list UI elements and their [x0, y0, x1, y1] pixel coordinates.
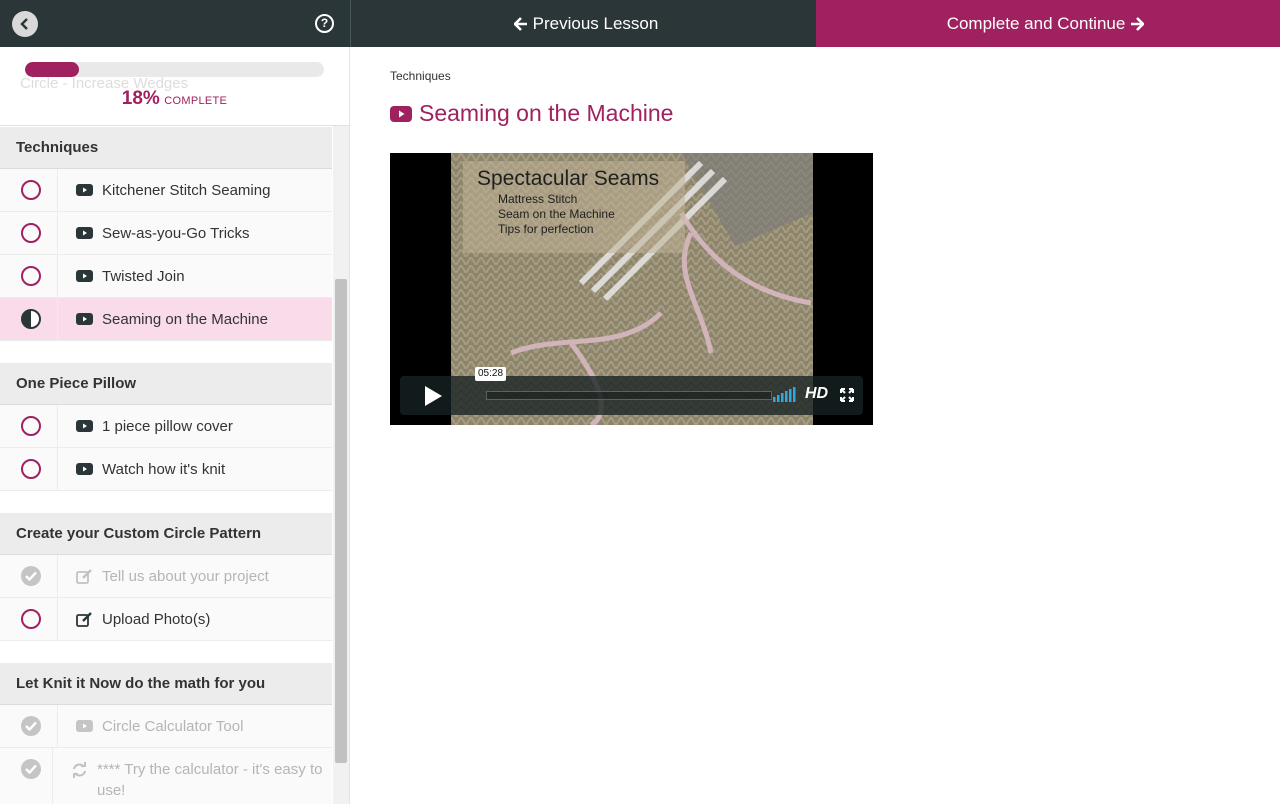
top-bar: ? Previous Lesson Complete and Continue: [0, 0, 1280, 47]
youtube-play-icon: [390, 105, 412, 122]
page-title: Seaming on the Machine: [390, 100, 673, 127]
section-header: Techniques: [0, 127, 332, 169]
section-techniques: Techniques Kitchener Stitch Seaming Sew-…: [0, 127, 332, 341]
incomplete-circle-icon: [21, 180, 41, 200]
lesson-title: Circle Calculator Tool: [102, 717, 244, 735]
video-slide-title: Spectacular Seams: [477, 167, 659, 190]
edit-icon: [76, 611, 92, 627]
complete-continue-label: Complete and Continue: [946, 13, 1126, 33]
in-progress-circle-icon: [21, 309, 41, 329]
lesson-item[interactable]: Upload Photo(s): [0, 598, 332, 641]
progress-bar: [25, 62, 324, 77]
video-slide-line: Mattress Stitch: [498, 192, 577, 206]
arrow-left-icon: [513, 16, 527, 31]
chevron-left-icon: [20, 18, 28, 30]
section-header: Create your Custom Circle Pattern: [0, 513, 332, 555]
complete-continue-button[interactable]: Complete and Continue: [816, 0, 1280, 47]
lesson-title: Watch how it's knit: [102, 460, 226, 478]
progress-bar-fill: [25, 62, 79, 77]
lesson-title: Kitchener Stitch Seaming: [102, 181, 271, 199]
lesson-item-completed[interactable]: Circle Calculator Tool: [0, 705, 332, 748]
sidebar-scrollbar-thumb[interactable]: [335, 279, 347, 763]
video-controls: 05:28 HD: [400, 367, 863, 415]
section-knit-it-now-math: Let Knit it Now do the math for you Circ…: [0, 663, 332, 804]
section-header: Let Knit it Now do the math for you: [0, 663, 332, 705]
arrow-right-icon: [1131, 16, 1145, 31]
breadcrumb: Techniques: [390, 69, 451, 83]
previous-lesson-button[interactable]: Previous Lesson: [350, 0, 816, 47]
youtube-play-icon: [76, 184, 93, 196]
question-icon: ?: [320, 16, 329, 30]
lesson-item-completed[interactable]: Tell us about your project: [0, 555, 332, 598]
lesson-title: Twisted Join: [102, 267, 185, 285]
previous-lesson-label: Previous Lesson: [532, 13, 659, 33]
incomplete-circle-icon: [21, 266, 41, 286]
time-tooltip: 05:28: [475, 367, 507, 381]
lesson-title: 1 piece pillow cover: [102, 417, 233, 435]
progress-percent: 18%: [121, 88, 160, 109]
lesson-item[interactable]: Kitchener Stitch Seaming: [0, 169, 332, 212]
progress-panel: Circle - Increase Wedges 18% COMPLETE: [0, 47, 349, 126]
lesson-item-completed[interactable]: **** Try the calculator - it's easy to u…: [0, 748, 332, 804]
lesson-item[interactable]: Twisted Join: [0, 255, 332, 298]
youtube-play-icon: [76, 463, 93, 475]
section-custom-circle-pattern: Create your Custom Circle Pattern Tell u…: [0, 513, 332, 641]
youtube-play-icon: [76, 313, 93, 325]
youtube-play-icon: [76, 227, 93, 239]
edit-icon: [76, 568, 92, 584]
volume-icon[interactable]: [773, 386, 797, 407]
page-title-text: Seaming on the Machine: [419, 100, 674, 126]
progress-text: 18% COMPLETE: [0, 88, 349, 110]
lesson-title: Sew-as-you-Go Tricks: [102, 224, 250, 242]
incomplete-circle-icon: [21, 223, 41, 243]
check-circle-icon: [21, 759, 41, 779]
incomplete-circle-icon: [21, 609, 41, 629]
back-button[interactable]: [12, 11, 38, 37]
video-timeline[interactable]: [486, 391, 772, 400]
progress-complete-label: COMPLETE: [164, 95, 228, 107]
youtube-play-icon: [76, 720, 93, 732]
hd-button[interactable]: HD: [805, 385, 828, 403]
refresh-icon: [73, 762, 86, 778]
video-slide-line: Tips for perfection: [498, 222, 594, 236]
lesson-title: Seaming on the Machine: [102, 310, 268, 328]
section-header: One Piece Pillow: [0, 363, 332, 405]
youtube-play-icon: [76, 420, 93, 432]
check-circle-icon: [21, 716, 41, 736]
youtube-play-icon: [76, 270, 93, 282]
lesson-title: Tell us about your project: [102, 567, 269, 585]
lesson-item[interactable]: Sew-as-you-Go Tricks: [0, 212, 332, 255]
check-circle-icon: [21, 566, 41, 586]
video-player[interactable]: Spectacular Seams Mattress Stitch Seam o…: [390, 153, 873, 425]
incomplete-circle-icon: [21, 459, 41, 479]
fullscreen-icon[interactable]: [840, 388, 854, 407]
incomplete-circle-icon: [21, 416, 41, 436]
lesson-title: **** Try the calculator - it's easy to u…: [97, 761, 323, 799]
top-bar-left: ?: [0, 0, 350, 47]
video-slide-line: Seam on the Machine: [498, 207, 615, 221]
lesson-item[interactable]: 1 piece pillow cover: [0, 405, 332, 448]
lesson-item[interactable]: Watch how it's knit: [0, 448, 332, 491]
lesson-item-active[interactable]: Seaming on the Machine: [0, 298, 332, 341]
help-button[interactable]: ?: [315, 14, 334, 33]
lesson-title: Upload Photo(s): [102, 610, 211, 628]
play-icon: [425, 386, 442, 406]
play-button[interactable]: [400, 376, 462, 415]
section-one-piece-pillow: One Piece Pillow 1 piece pillow cover Wa…: [0, 363, 332, 491]
course-sidebar: Circle - Increase Wedges 18% COMPLETE Te…: [0, 47, 350, 804]
